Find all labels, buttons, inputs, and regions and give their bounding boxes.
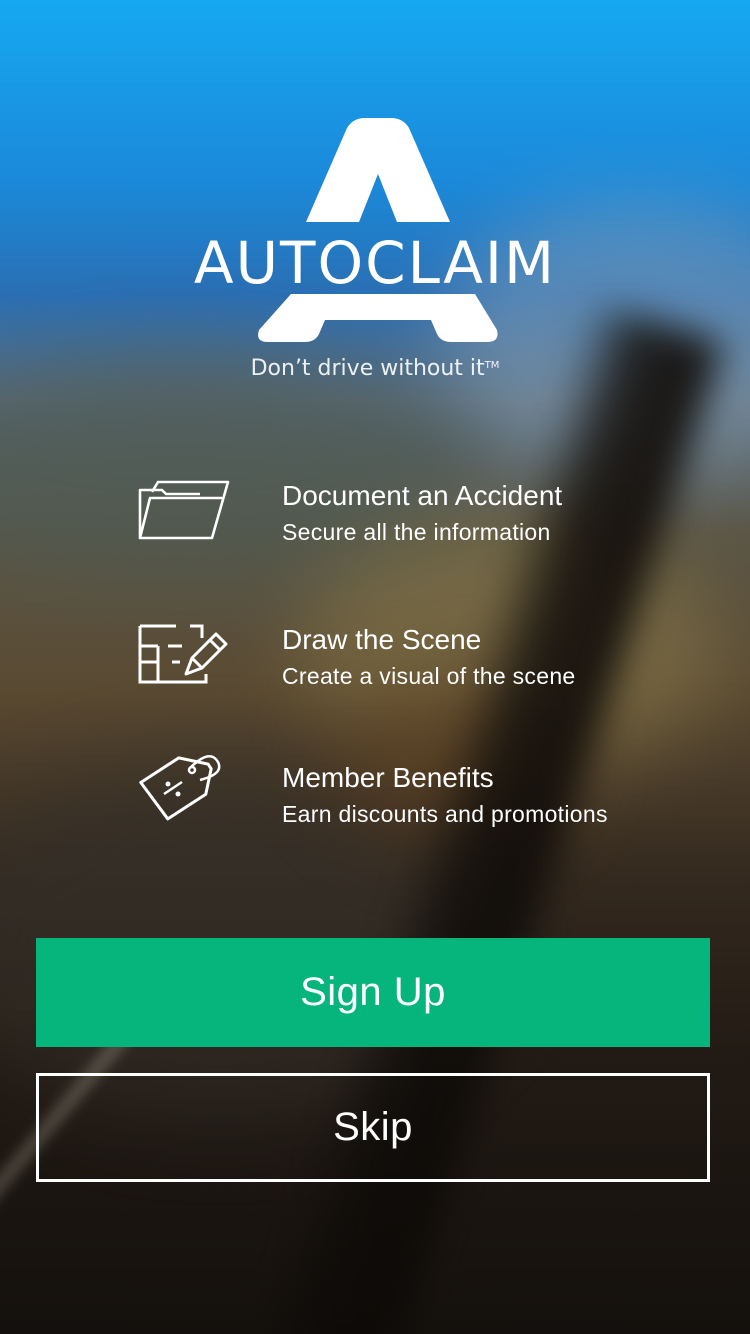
discount-tag-icon (139, 755, 221, 821)
feature-subtitle: Create a visual of the scene (282, 663, 576, 689)
feature-member-benefits: Member Benefits Earn discounts and promo… (0, 755, 750, 862)
folder-icon (138, 480, 230, 540)
feature-draw-scene: Draw the Scene Create a visual of the sc… (0, 624, 750, 724)
feature-document-accident: Document an Accident Secure all the info… (0, 480, 750, 580)
app-logo: AUTOCLAIM (0, 110, 750, 350)
sign-up-label: Sign Up (300, 970, 446, 1014)
feature-title: Document an Accident (282, 480, 563, 511)
app-name: AUTOCLAIM (193, 229, 557, 297)
sign-up-button[interactable]: Sign Up (36, 938, 710, 1047)
feature-subtitle: Secure all the information (282, 519, 551, 545)
tagline: Don’t drive without itTM (0, 356, 750, 381)
tagline-text: Don’t drive without it (250, 356, 485, 381)
skip-label: Skip (333, 1105, 413, 1149)
draw-scene-icon (138, 624, 228, 684)
feature-title: Draw the Scene (282, 624, 482, 655)
trademark-mark: TM (484, 360, 500, 371)
feature-title: Member Benefits (282, 762, 494, 793)
skip-button[interactable]: Skip (36, 1073, 710, 1182)
feature-subtitle: Earn discounts and promotions (282, 801, 608, 827)
